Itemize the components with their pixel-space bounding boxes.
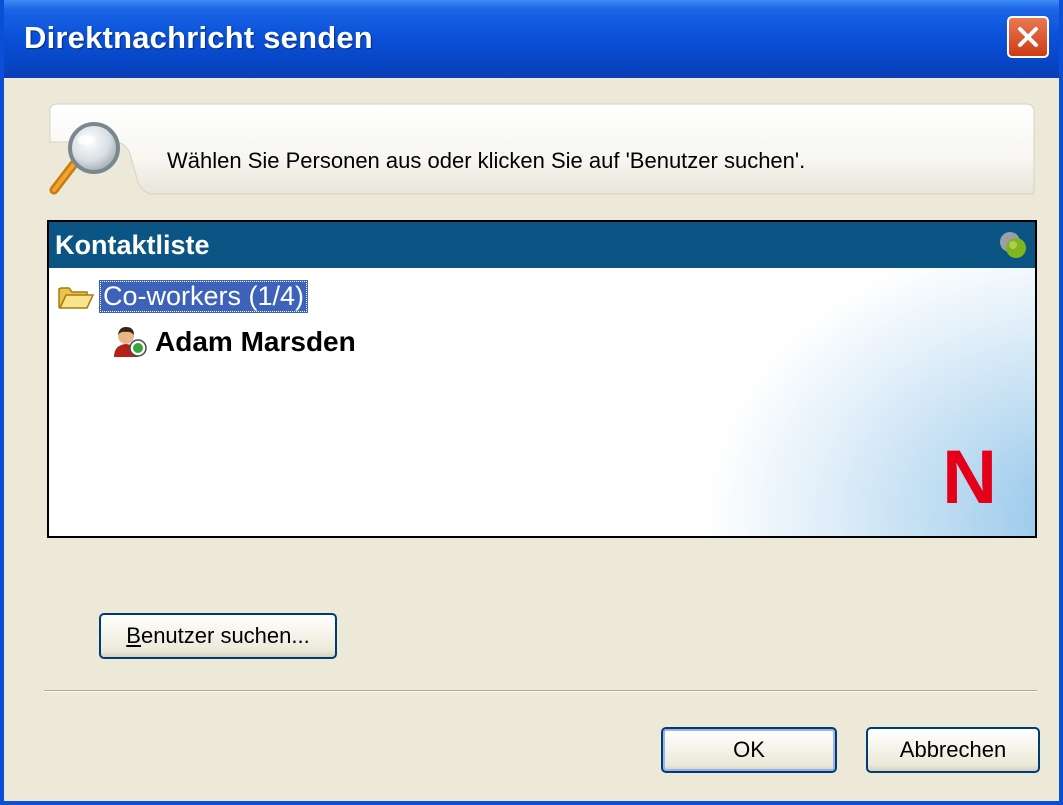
contact-list-header: Kontaktliste	[49, 222, 1035, 268]
presence-status-icon[interactable]	[997, 230, 1029, 260]
search-users-accesskey: B	[126, 623, 141, 648]
novell-logo: N	[942, 435, 997, 520]
user-online-icon	[114, 327, 147, 357]
close-button[interactable]	[1007, 16, 1049, 58]
folder-open-icon	[58, 286, 95, 309]
cancel-button[interactable]: Abbrechen	[866, 727, 1040, 773]
contact-list-body[interactable]: Co-workers (1/4) Adam Marsden N	[49, 268, 1035, 536]
contact-name: Adam Marsden	[155, 326, 356, 357]
ok-label: OK	[733, 737, 765, 762]
dialog-window: Direktnachricht senden Wählen Sie Person…	[0, 0, 1063, 805]
close-icon	[1018, 27, 1038, 47]
separator	[44, 690, 1037, 692]
contact-list-panel: Kontaktliste Co-workers (1/4) Adam Marsd…	[47, 220, 1037, 538]
group-label: Co-workers (1/4)	[99, 280, 309, 313]
contact-list-title: Kontaktliste	[55, 230, 210, 260]
magnifier-icon	[49, 122, 120, 195]
search-users-label: enutzer suchen...	[140, 623, 310, 648]
contact-item[interactable]: Adam Marsden	[111, 326, 356, 358]
ok-button[interactable]: OK	[661, 727, 837, 773]
cancel-label: Abbrechen	[899, 737, 1007, 762]
instruction-text: Wählen Sie Personen aus oder klicken Sie…	[167, 148, 806, 173]
window-title: Direktnachricht senden	[24, 20, 373, 55]
title-bar[interactable]: Direktnachricht senden	[4, 0, 1059, 78]
search-users-button[interactable]: Benutzer suchen...	[99, 613, 337, 659]
group-item-co-workers[interactable]: Co-workers (1/4)	[57, 280, 309, 313]
